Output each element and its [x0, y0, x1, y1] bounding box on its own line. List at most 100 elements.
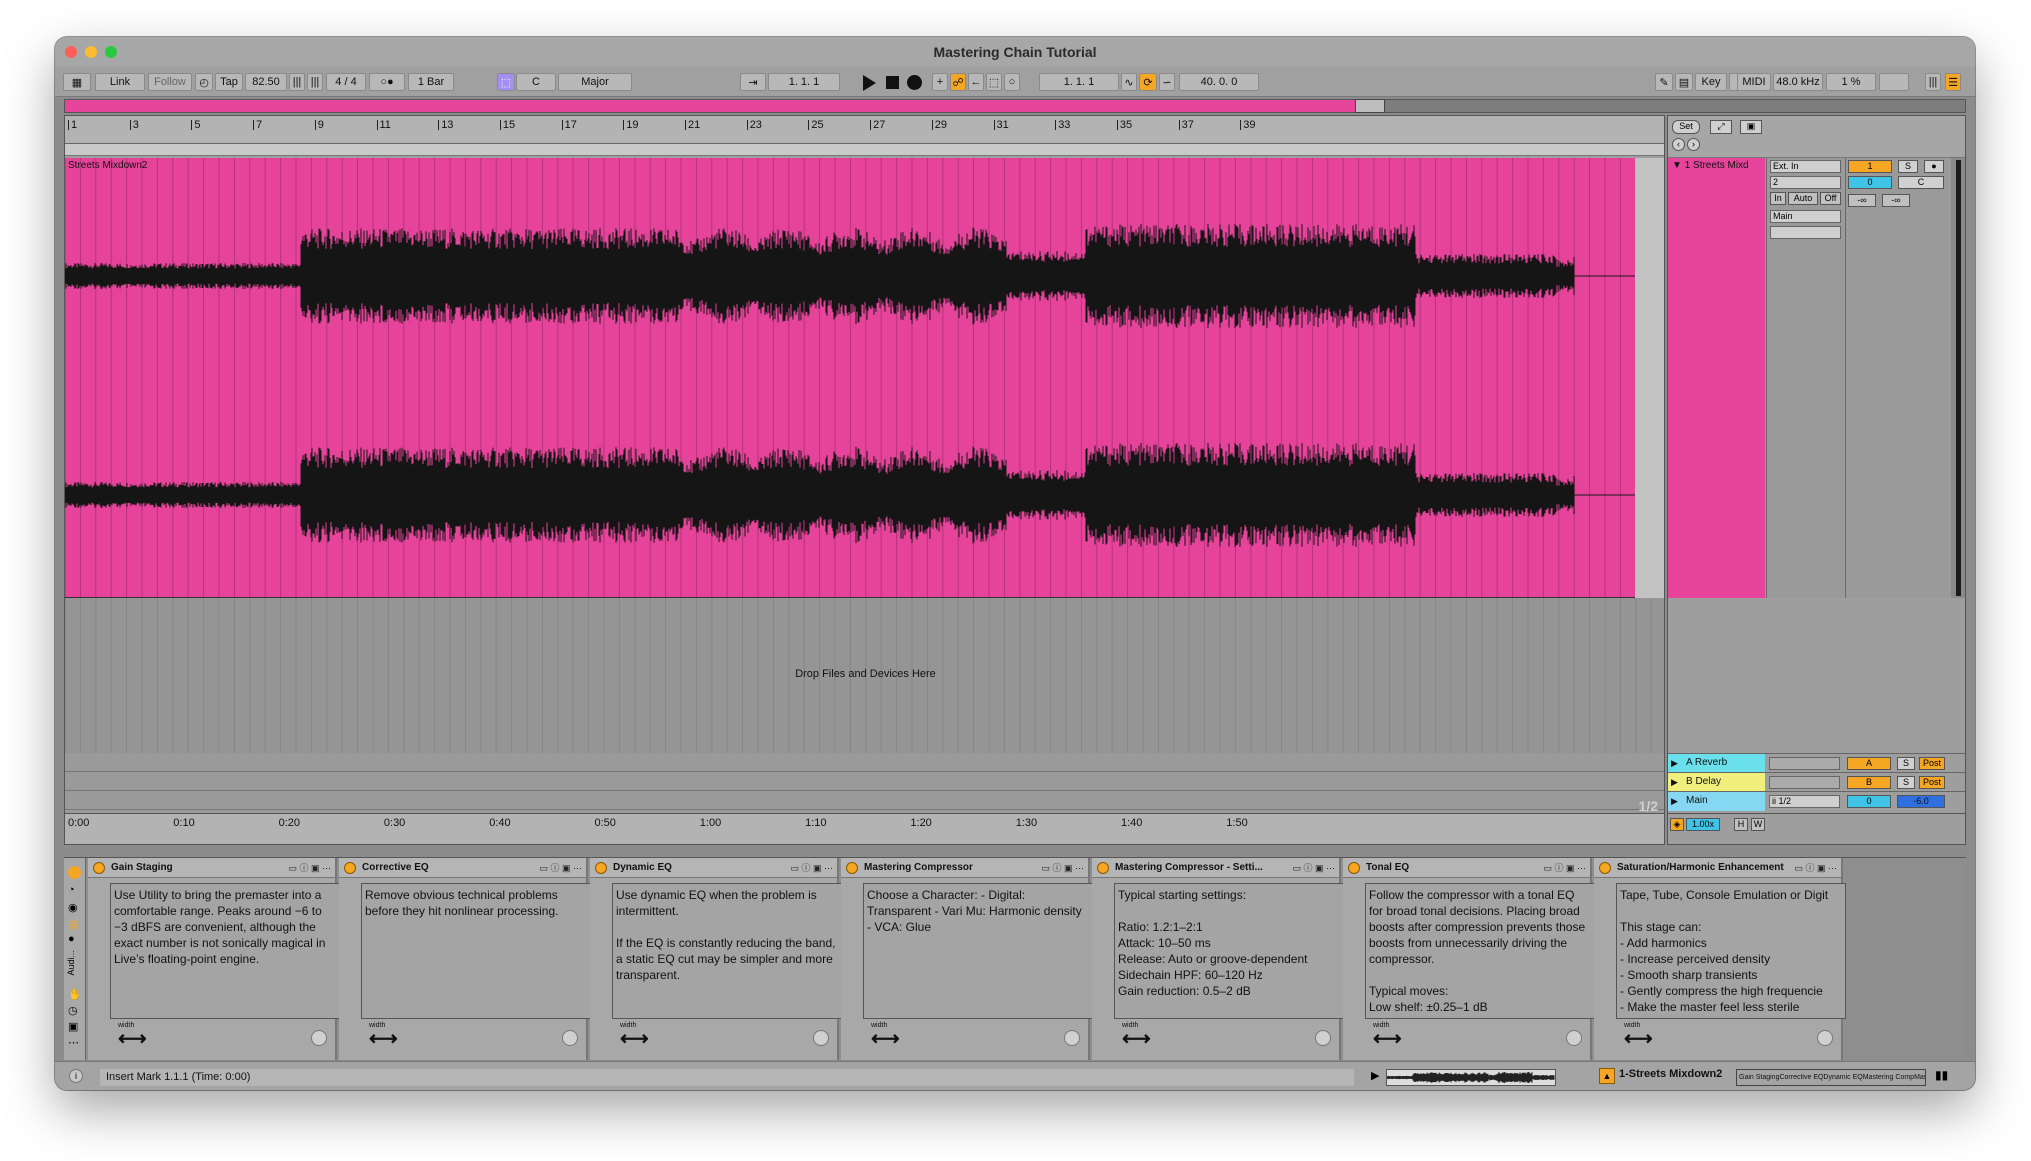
warning-icon[interactable]: ▲ — [1599, 1068, 1615, 1084]
loop-start-field[interactable]: 1. 1. 1 — [1039, 73, 1119, 91]
track-fold-icon[interactable]: ▼ — [1672, 160, 1682, 171]
arrangement-overview[interactable] — [64, 99, 1966, 113]
return-a-output[interactable] — [1769, 757, 1840, 770]
status-track-name[interactable]: 1-Streets Mixdown2 — [1619, 1068, 1722, 1080]
punch-in-icon[interactable]: ∿ — [1121, 73, 1137, 91]
return-b-solo[interactable]: S — [1897, 776, 1915, 789]
midi-map-button[interactable]: MIDI — [1737, 73, 1771, 91]
monitor-off-button[interactable]: Off — [1820, 192, 1841, 205]
arrangement-position-field[interactable]: 1. 1. 1 — [768, 73, 840, 91]
width-arrow-icon[interactable]: ⟷ — [1373, 1026, 1402, 1051]
beat-time-ruler[interactable]: 1 3 5 7 9 11 13 15 17 19 21 23 25 27 29 31 33 35 37 39 — [65, 116, 1664, 144]
more-icon[interactable]: ⋯ — [68, 1036, 79, 1049]
main-pan-field[interactable]: -6.0 — [1897, 795, 1945, 808]
return-a-activator[interactable]: A — [1847, 757, 1891, 770]
width-arrow-icon[interactable]: ⟷ — [1122, 1026, 1151, 1051]
return-b-post[interactable]: Post — [1919, 776, 1945, 789]
monitor-in-button[interactable]: In — [1770, 192, 1786, 205]
output-channel-select[interactable] — [1770, 226, 1841, 239]
device-chain-overview[interactable]: Gain StagingCorrective EQDynamic EQMaste… — [1736, 1069, 1926, 1086]
device-power-icon[interactable] — [595, 861, 607, 874]
monitor-auto-button[interactable]: Auto — [1788, 192, 1818, 205]
follow-button[interactable]: Follow — [148, 73, 192, 91]
tempo-field[interactable]: 82.50 — [245, 73, 287, 91]
overdub-icon[interactable]: + — [932, 73, 948, 91]
device-header[interactable]: Mastering Compressor - Setti... ▭ ⓘ ▣ ⋯ — [1092, 858, 1339, 878]
width-arrow-icon[interactable]: ⟷ — [620, 1026, 649, 1051]
device-header[interactable]: Saturation/Harmonic Enhancement ▭ ⓘ ▣ ⋯ — [1594, 858, 1841, 878]
scale-select[interactable]: Major — [558, 73, 632, 91]
tap-tempo-button[interactable]: Tap — [215, 73, 243, 91]
device-options-icon[interactable]: ▭ ⓘ ▣ ⋯ — [539, 861, 582, 874]
info-icon[interactable]: i — [69, 1069, 83, 1083]
show-clip-icon[interactable]: ▶ — [1371, 1069, 1379, 1082]
return-a-post[interactable]: Post — [1919, 757, 1945, 770]
key-select[interactable]: C — [516, 73, 556, 91]
return-lane-b[interactable] — [65, 772, 1664, 791]
width-arrow-icon[interactable]: ⟷ — [871, 1026, 900, 1051]
main-track-name[interactable]: Main — [1668, 792, 1765, 811]
arm-button[interactable]: ● — [1924, 160, 1944, 173]
main-output-select[interactable]: ii 1/2 — [1769, 795, 1840, 808]
width-arrow-icon[interactable]: ⟷ — [1624, 1026, 1653, 1051]
device-header[interactable]: Gain Staging ▭ ⓘ ▣ ⋯ — [88, 858, 335, 878]
key-map-button[interactable]: Key — [1695, 73, 1727, 91]
sample-rate-display[interactable]: 48.0 kHz — [1773, 73, 1823, 91]
device-options-icon[interactable]: ▭ ⓘ ▣ ⋯ — [790, 861, 833, 874]
width-arrow-icon[interactable]: ⟷ — [118, 1026, 147, 1051]
zoom-field[interactable]: 1.00x — [1686, 818, 1720, 831]
cpu-meter[interactable]: 1 % — [1826, 73, 1876, 91]
link-button[interactable]: Link — [95, 73, 145, 91]
clock-icon[interactable]: ◔ — [68, 884, 75, 896]
hand-icon[interactable]: ✋ — [68, 988, 82, 1001]
session-record-icon[interactable]: ○ — [1004, 73, 1020, 91]
device-note-text[interactable]: Remove obvious technical problems before… — [361, 883, 591, 1019]
height-button[interactable]: H — [1734, 818, 1748, 831]
main-volume-field[interactable]: 0 — [1847, 795, 1891, 808]
device-note-text[interactable]: Choose a Character: - Digital: Transpare… — [863, 883, 1093, 1019]
status-waveform-preview[interactable] — [1386, 1069, 1556, 1086]
previous-locator-icon[interactable]: ‹ — [1672, 138, 1685, 151]
next-locator-icon[interactable]: › — [1687, 138, 1700, 151]
input-type-select[interactable]: Ext. In — [1770, 160, 1841, 173]
device-options-icon[interactable]: ▭ ⓘ ▣ ⋯ — [1794, 861, 1837, 874]
nudge-up-icon[interactable]: ||| — [307, 73, 323, 91]
return-lane-a[interactable] — [65, 753, 1664, 772]
device-note-text[interactable]: Follow the compressor with a tonal EQ fo… — [1365, 883, 1595, 1019]
metronome-icon[interactable]: ◴ — [195, 73, 213, 91]
minimize-window-button[interactable] — [85, 46, 97, 58]
device-options-icon[interactable]: ▭ ⓘ ▣ ⋯ — [1041, 861, 1084, 874]
expand-icon[interactable]: ⤢ — [1710, 120, 1732, 134]
globe-icon[interactable] — [1064, 1030, 1080, 1046]
return-b-name[interactable]: B Delay — [1668, 773, 1765, 792]
width-button[interactable]: W — [1751, 818, 1765, 831]
automation-arm-icon[interactable]: ☍ — [950, 73, 966, 91]
loop-brace-bar[interactable] — [65, 144, 1664, 156]
globe-icon[interactable] — [1566, 1030, 1582, 1046]
drop-zone[interactable]: Drop Files and Devices Here — [65, 598, 1664, 753]
globe-icon[interactable] — [562, 1030, 578, 1046]
re-enable-automation-icon[interactable]: ← — [968, 73, 984, 91]
device-options-icon[interactable]: ▭ ⓘ ▣ ⋯ — [1292, 861, 1335, 874]
output-select[interactable]: Main — [1770, 210, 1841, 223]
punch-out-icon[interactable]: ∽ — [1159, 73, 1175, 91]
return-b-output[interactable] — [1769, 776, 1840, 789]
follow-arrow-icon[interactable]: ⇥ — [740, 73, 766, 91]
track-activator-icon[interactable] — [68, 866, 81, 879]
device-note-text[interactable]: Typical starting settings: Ratio: 1.2:1–… — [1114, 883, 1344, 1019]
time-signature-field[interactable]: 4 / 4 — [326, 73, 366, 91]
menu-icon[interactable]: ☰ — [1945, 73, 1961, 91]
volume-field[interactable]: 0 — [1848, 176, 1892, 189]
computer-keyboard-icon[interactable]: ▤ — [1675, 73, 1693, 91]
capture-icon[interactable]: ⬚ — [986, 73, 1002, 91]
return-b-activator[interactable]: B — [1847, 776, 1891, 789]
device-icon[interactable]: ▤ — [68, 918, 78, 931]
zoom-window-button[interactable] — [105, 46, 117, 58]
loop-switch-icon[interactable]: ⟳ — [1139, 73, 1157, 91]
view-toggle-icon[interactable]: ▦ — [63, 73, 91, 91]
audio-clip[interactable]: Streets Mixdown2 — [65, 158, 1635, 598]
device-power-icon[interactable] — [1348, 861, 1360, 874]
record-button[interactable] — [907, 75, 922, 90]
solo-button[interactable]: S — [1898, 160, 1918, 173]
play-button[interactable] — [863, 75, 876, 91]
